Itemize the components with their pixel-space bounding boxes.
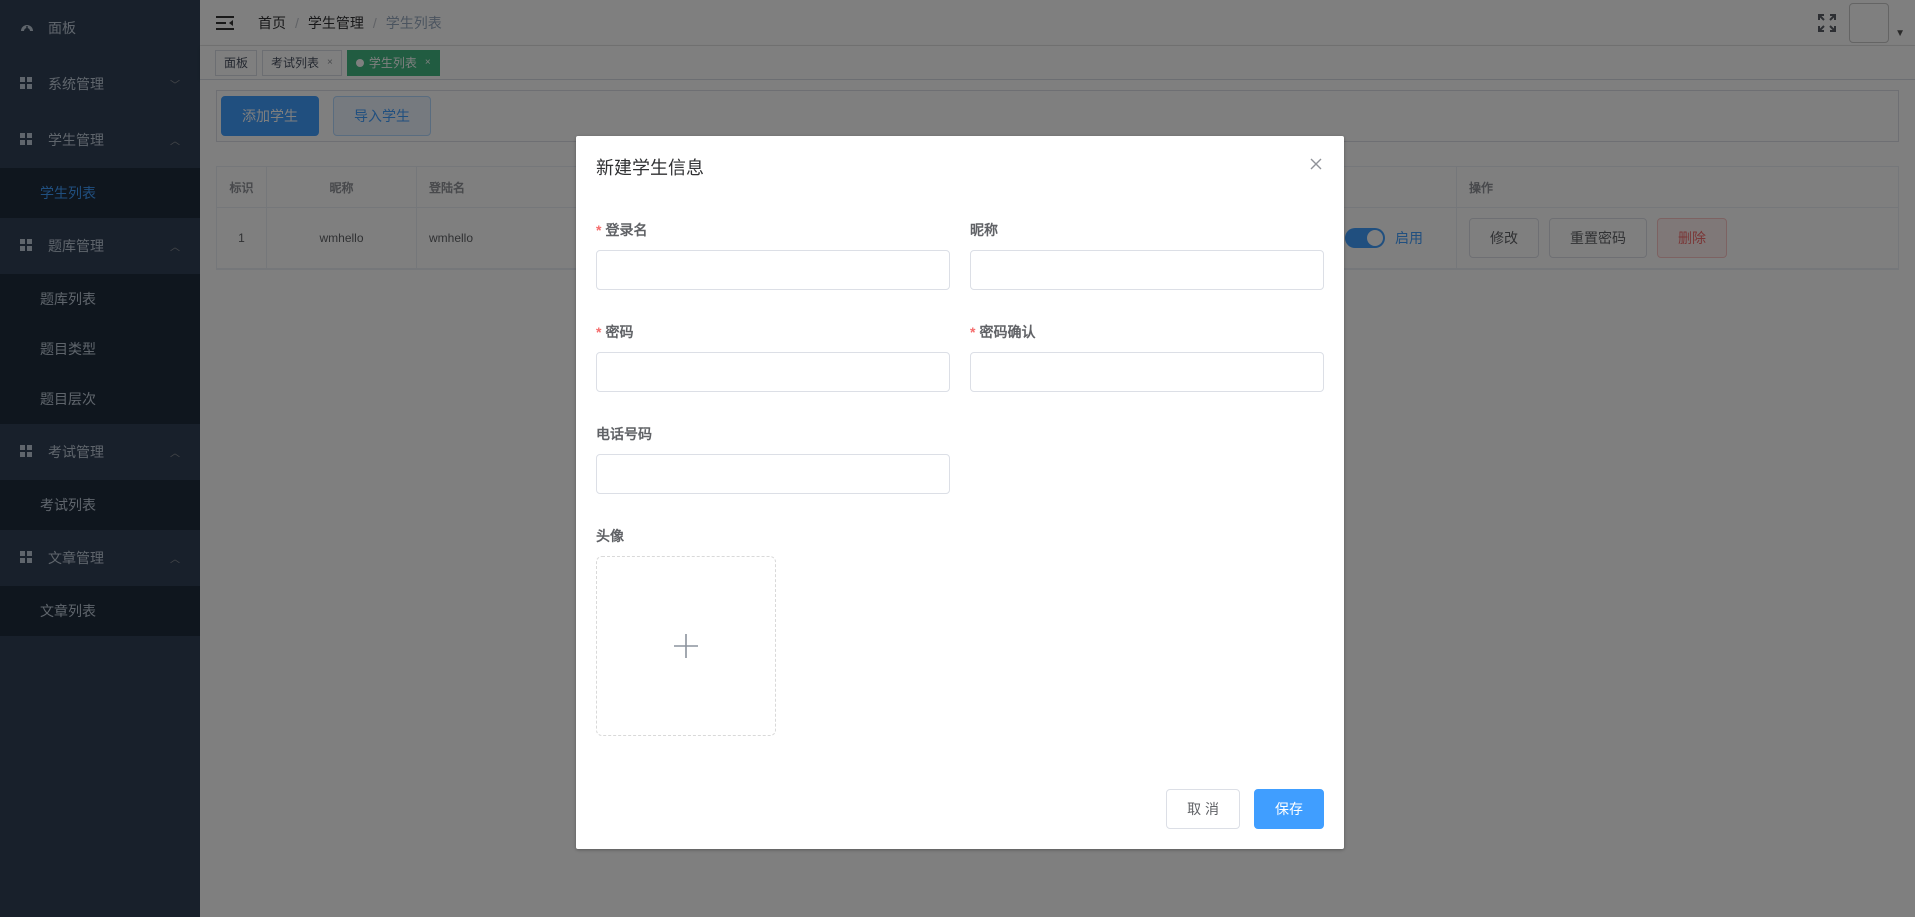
password-field[interactable]	[596, 352, 950, 392]
new-student-dialog: 新建学生信息 * 登录名 昵称 * 密码 * 密码确认 电话号码 头像 取 消 …	[576, 136, 1344, 849]
form-item-password-confirm: * 密码确认	[970, 322, 1324, 392]
save-button[interactable]: 保存	[1254, 789, 1324, 829]
close-icon[interactable]	[1308, 156, 1324, 172]
password-confirm-label-text: 密码确认	[979, 324, 1036, 340]
form-item-avatar: 头像	[596, 526, 776, 736]
password-confirm-field[interactable]	[970, 352, 1324, 392]
dialog-footer: 取 消 保存	[1152, 789, 1324, 829]
login-label: * 登录名	[596, 220, 950, 240]
login-field[interactable]	[596, 250, 950, 290]
form-item-nickname: 昵称	[970, 220, 1324, 290]
form-item-password: * 密码	[596, 322, 950, 392]
phone-field[interactable]	[596, 454, 950, 494]
form-item-login: * 登录名	[596, 220, 950, 290]
nickname-label: 昵称	[970, 222, 998, 238]
required-mark: *	[596, 222, 602, 238]
login-label-text: 登录名	[605, 222, 648, 238]
phone-label: 电话号码	[596, 426, 652, 442]
cancel-button[interactable]: 取 消	[1166, 789, 1240, 829]
required-mark: *	[596, 324, 602, 340]
password-confirm-label: * 密码确认	[970, 322, 1324, 342]
password-label-text: 密码	[605, 324, 634, 340]
dialog-title: 新建学生信息	[596, 158, 704, 178]
password-label: * 密码	[596, 322, 950, 342]
avatar-uploader[interactable]	[596, 556, 776, 736]
plus-icon	[674, 634, 698, 658]
required-mark: *	[970, 324, 976, 340]
form-item-phone: 电话号码	[596, 424, 950, 494]
dialog-header: 新建学生信息	[576, 136, 1344, 190]
nickname-field[interactable]	[970, 250, 1324, 290]
avatar-label: 头像	[596, 528, 624, 544]
dialog-body: * 登录名 昵称 * 密码 * 密码确认 电话号码 头像	[576, 190, 1344, 750]
